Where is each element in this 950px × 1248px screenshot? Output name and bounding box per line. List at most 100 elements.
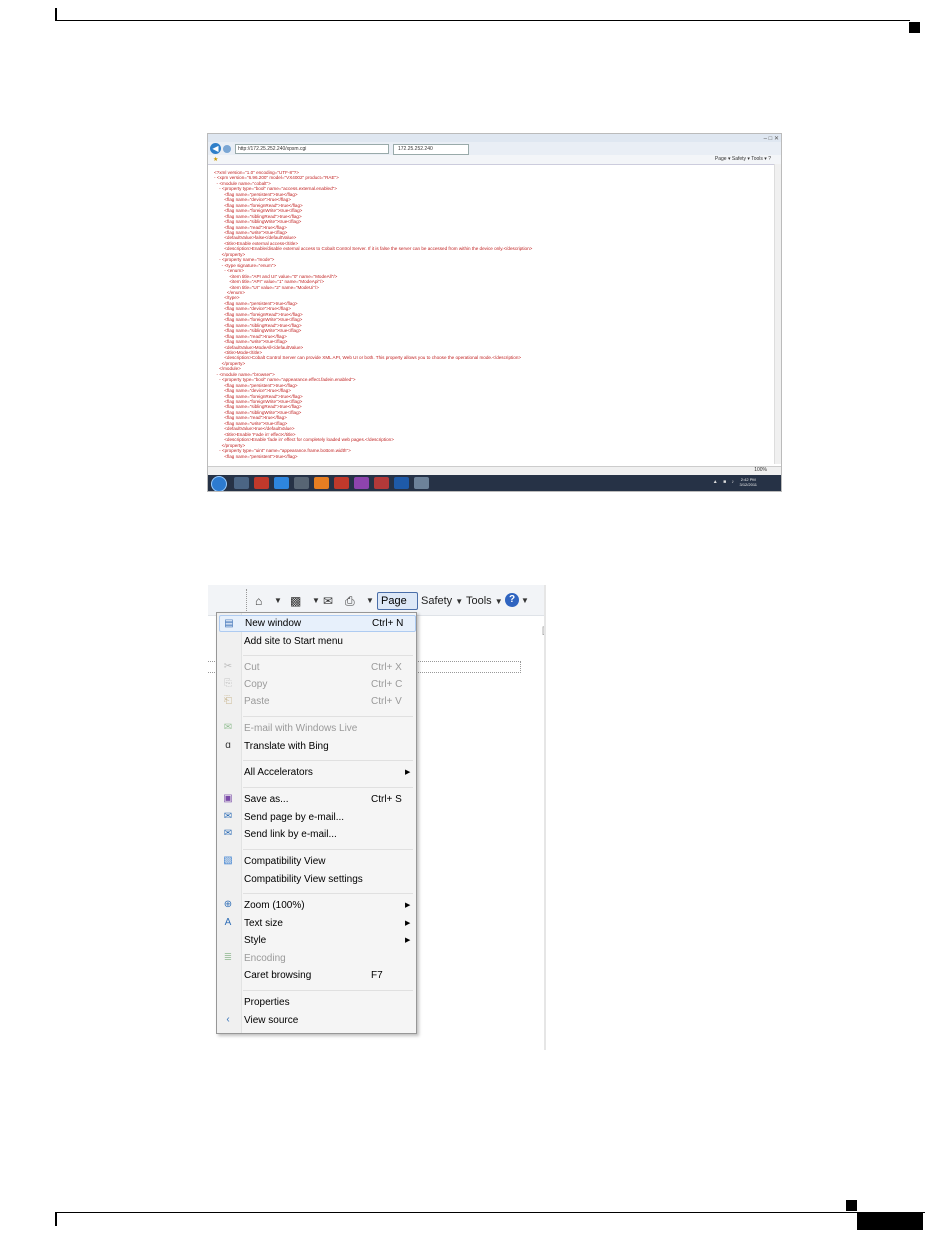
home-dropdown-icon[interactable]: ▼ [274, 593, 282, 609]
menu-item-label: View source [244, 1015, 299, 1026]
menu-item-label: Caret browsing [244, 970, 312, 981]
copy-icon: ⎘ [224, 678, 232, 689]
menu-item-view-source[interactable]: ‹ View source [219, 1012, 414, 1029]
menu-item-label: Cut [244, 662, 260, 673]
taskbar-clock[interactable]: 2:42 PM 3/12/2011 [740, 477, 758, 487]
footer-tick [55, 1212, 57, 1226]
safety-menu-button[interactable]: Safety ▼ [421, 593, 463, 610]
page-menu-button[interactable]: Page ▼ [377, 592, 418, 622]
window-titlebar: – □ ✕ [208, 134, 781, 142]
help-icon[interactable]: ? [505, 593, 519, 607]
header-marker [909, 22, 920, 33]
vertical-scrollbar[interactable] [774, 164, 781, 464]
menu-item-label: Encoding [244, 953, 286, 964]
menu-item-compatibility-view-settings[interactable]: Compatibility View settings [219, 871, 414, 888]
menu-item-add-site-to-start-menu[interactable]: Add site to Start menu [219, 633, 414, 650]
menu-item-label: Compatibility View settings [244, 874, 363, 885]
command-bar-menus[interactable]: Page ▾ Safety ▾ Tools ▾ ? [715, 156, 771, 162]
send-link-icon: ✉ [223, 828, 233, 839]
cut-icon: ✂ [223, 661, 233, 672]
feeds-icon[interactable]: ▩ [290, 593, 301, 609]
chevron-down-icon: ▼ [455, 597, 464, 606]
print-dropdown-icon[interactable]: ▼ [366, 593, 374, 609]
translate-icon: ɑ [225, 740, 231, 751]
firefox-icon[interactable] [314, 477, 329, 489]
menu-item-shortcut: Ctrl+ N [372, 618, 404, 629]
feeds-dropdown-icon[interactable]: ▼ [312, 593, 320, 609]
favorites-star-icon[interactable]: ★ [213, 156, 218, 163]
menu-item-save-as[interactable]: ▣ Save as... Ctrl+ S [219, 791, 414, 808]
xml-line: <flag name="persistent">true</flag> [214, 453, 298, 459]
new-window-icon: ▤ [224, 618, 234, 629]
toolbar-grip[interactable] [246, 589, 248, 611]
word-icon[interactable] [394, 477, 409, 489]
mail-icon[interactable]: ✉ [323, 593, 333, 609]
text-size-icon: A [224, 917, 232, 928]
menu-item-label: Zoom (100%) [244, 900, 305, 911]
save-icon: ▣ [223, 793, 233, 804]
print-icon[interactable]: ⎙ [345, 593, 355, 609]
acrobat-icon[interactable] [374, 477, 389, 489]
app-icon-2[interactable] [354, 477, 369, 489]
view-source-icon: ‹ [226, 1014, 230, 1025]
menu-item-new-window[interactable]: ▤ New window Ctrl+ N [219, 615, 416, 632]
menu-item-e-mail-with-windows-live[interactable]: ✉ E-mail with Windows Live [219, 720, 414, 737]
menu-item-zoom-100[interactable]: ⊕ Zoom (100%) ▶ [219, 897, 414, 914]
page-edge [544, 585, 546, 1050]
app-icon-3[interactable] [414, 477, 429, 489]
clock-date: 3/12/2011 [739, 482, 758, 487]
menu-item-compatibility-view[interactable]: ▧ Compatibility View [219, 853, 414, 870]
forward-icon[interactable] [223, 145, 231, 153]
help-dropdown-icon[interactable]: ▼ [521, 593, 529, 609]
zoom-level[interactable]: 100% [754, 467, 767, 473]
menu-item-text-size[interactable]: A Text size ▶ [219, 915, 414, 932]
media-player-icon[interactable] [254, 477, 269, 489]
compat-view-icon: ▧ [223, 855, 233, 866]
menu-item-paste[interactable]: ⎗ Paste Ctrl+ V [219, 693, 414, 710]
ie-icon[interactable] [274, 477, 289, 489]
menu-item-label: Compatibility View [244, 856, 326, 867]
menu-item-translate-with-bing[interactable]: ɑ Translate with Bing [219, 738, 414, 755]
menu-item-label: Paste [244, 696, 270, 707]
menu-item-properties[interactable]: Properties [219, 994, 414, 1011]
menu-item-copy[interactable]: ⎘ Copy Ctrl+ C [219, 676, 414, 693]
start-button-icon[interactable] [211, 476, 227, 491]
address-bar: ◀ http://172.25.252.240/xpsm.cgi 172.25.… [208, 142, 781, 155]
submenu-arrow-icon: ▶ [405, 937, 411, 944]
chevron-down-icon: ▼ [494, 597, 503, 606]
back-icon[interactable]: ◀ [210, 143, 221, 154]
safety-menu-label: Safety [421, 595, 453, 607]
page-menu-label: Page [381, 595, 407, 607]
menu-item-shortcut: F7 [371, 970, 383, 981]
submenu-arrow-icon: ▶ [405, 902, 411, 909]
menu-item-cut[interactable]: ✂ Cut Ctrl+ X [219, 659, 414, 676]
menu-item-encoding[interactable]: ≣ Encoding [219, 950, 414, 967]
menu-item-send-page-by-e-mail[interactable]: ✉ Send page by e-mail... [219, 809, 414, 826]
submenu-arrow-icon: ▶ [405, 769, 411, 776]
menu-item-all-accelerators[interactable]: All Accelerators ▶ [219, 764, 414, 781]
menu-item-label: Copy [244, 679, 268, 690]
menu-item-caret-browsing[interactable]: Caret browsing F7 [219, 967, 414, 984]
menu-separator [243, 787, 413, 788]
tools-menu-button[interactable]: Tools ▼ [466, 593, 503, 610]
menu-separator [243, 849, 413, 850]
app-icon[interactable] [334, 477, 349, 489]
system-tray-icons[interactable]: ▲ ■ ♪ [713, 479, 736, 485]
tools-menu-label: Tools [466, 595, 492, 607]
footer-rule [55, 1212, 925, 1213]
home-icon[interactable]: ⌂ [255, 593, 262, 609]
menu-item-shortcut: Ctrl+ S [371, 794, 402, 805]
menu-item-label: Text size [244, 918, 283, 929]
menu-item-label: Send link by e-mail... [244, 829, 337, 840]
page-dropdown-menu: ▤ New window Ctrl+ N Add site to Start menu… [216, 612, 417, 1034]
encoding-icon: ≣ [223, 952, 233, 963]
printer-app-icon[interactable] [294, 477, 309, 489]
address-input[interactable]: http://172.25.252.240/xpsm.cgi [235, 144, 389, 154]
browser-tab[interactable]: 172.25.252.240 [393, 144, 469, 155]
menu-item-style[interactable]: Style ▶ [219, 932, 414, 949]
menu-item-label: Style [244, 935, 267, 946]
explorer-icon[interactable] [234, 477, 249, 489]
menu-item-send-link-by-e-mail[interactable]: ✉ Send link by e-mail... [219, 826, 414, 843]
window-controls[interactable]: – □ ✕ [764, 135, 779, 142]
menu-separator [243, 716, 413, 717]
